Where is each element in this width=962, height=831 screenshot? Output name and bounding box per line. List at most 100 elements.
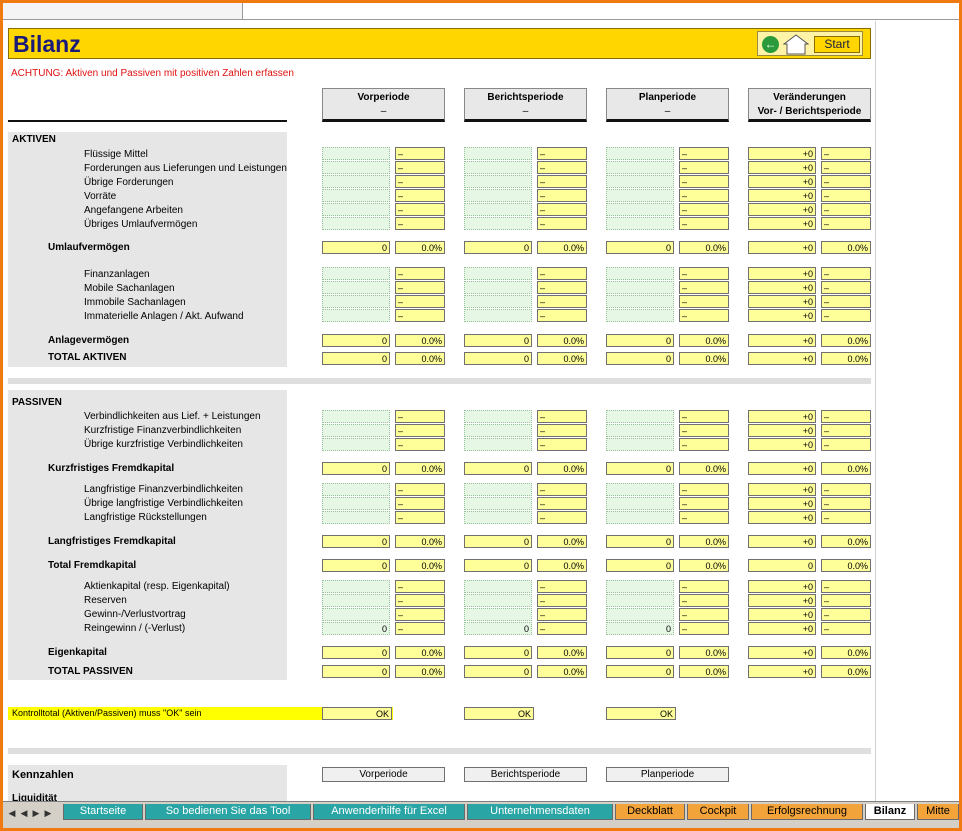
start-label[interactable]: Start bbox=[814, 36, 860, 53]
input-cell[interactable] bbox=[606, 511, 674, 524]
input-cell[interactable] bbox=[606, 594, 674, 607]
share-cell: – bbox=[679, 580, 729, 593]
row-label: Finanzanlagen bbox=[84, 269, 150, 280]
input-cell[interactable] bbox=[464, 497, 532, 510]
input-cell[interactable] bbox=[606, 424, 674, 437]
input-cell[interactable] bbox=[606, 309, 674, 322]
input-cell[interactable] bbox=[464, 175, 532, 188]
input-cell[interactable] bbox=[606, 217, 674, 230]
row-label: Reingewinn / (-Verlust) bbox=[84, 623, 186, 634]
input-cell[interactable] bbox=[464, 608, 532, 621]
input-cell[interactable] bbox=[606, 147, 674, 160]
tab-anwenderhilfe[interactable]: Anwenderhilfe für Excel bbox=[313, 804, 465, 820]
col-header-line2: – bbox=[522, 106, 529, 117]
input-cell[interactable]: 0 bbox=[606, 622, 674, 635]
name-box[interactable] bbox=[3, 3, 243, 19]
input-cell[interactable] bbox=[606, 497, 674, 510]
worksheet: Bilanz ← Start ACHTUNG: Aktiven und Pass… bbox=[3, 21, 875, 804]
total-pct-cell: 0.0% bbox=[395, 241, 445, 254]
input-cell[interactable] bbox=[606, 175, 674, 188]
tab-bilanz[interactable]: Bilanz bbox=[865, 804, 915, 820]
tab-deckblatt[interactable]: Deckblatt bbox=[615, 804, 685, 820]
change-pct-cell: – bbox=[821, 608, 871, 621]
tab-cockpit[interactable]: Cockpit bbox=[687, 804, 749, 820]
input-cell[interactable]: 0 bbox=[464, 622, 532, 635]
input-cell[interactable] bbox=[606, 580, 674, 593]
input-cell[interactable] bbox=[606, 267, 674, 280]
input-cell[interactable] bbox=[606, 438, 674, 451]
input-cell[interactable] bbox=[464, 410, 532, 423]
first-sheet-icon[interactable]: ◀ bbox=[7, 808, 17, 820]
input-cell[interactable] bbox=[322, 438, 390, 451]
input-cell[interactable] bbox=[606, 608, 674, 621]
input-cell[interactable] bbox=[322, 161, 390, 174]
input-cell[interactable] bbox=[464, 189, 532, 202]
total-cell: 0 bbox=[464, 462, 532, 475]
next-sheet-icon[interactable]: ▶ bbox=[31, 808, 41, 820]
input-cell[interactable] bbox=[464, 295, 532, 308]
input-cell[interactable] bbox=[606, 410, 674, 423]
input-cell[interactable] bbox=[464, 309, 532, 322]
share-cell: – bbox=[537, 511, 587, 524]
input-cell[interactable] bbox=[322, 309, 390, 322]
input-cell[interactable] bbox=[464, 161, 532, 174]
input-cell[interactable] bbox=[322, 175, 390, 188]
input-cell[interactable] bbox=[464, 483, 532, 496]
input-cell[interactable] bbox=[322, 217, 390, 230]
input-cell[interactable] bbox=[322, 203, 390, 216]
input-cell[interactable]: 0 bbox=[322, 622, 390, 635]
share-cell: – bbox=[537, 189, 587, 202]
input-cell[interactable] bbox=[464, 281, 532, 294]
change-pct-cell: – bbox=[821, 580, 871, 593]
total-pct-cell: 0.0% bbox=[395, 646, 445, 659]
input-cell[interactable] bbox=[464, 267, 532, 280]
input-cell[interactable] bbox=[322, 295, 390, 308]
input-cell[interactable] bbox=[464, 147, 532, 160]
last-sheet-icon[interactable]: ▶ bbox=[43, 808, 53, 820]
input-cell[interactable] bbox=[322, 281, 390, 294]
prev-sheet-icon[interactable]: ◀ bbox=[19, 808, 29, 820]
share-cell: – bbox=[679, 189, 729, 202]
change-cell: +0 bbox=[748, 511, 816, 524]
tab-so-bedienen[interactable]: So bedienen Sie das Tool bbox=[145, 804, 311, 820]
back-arrow-icon[interactable]: ← bbox=[762, 36, 779, 53]
total-cell: 0 bbox=[464, 646, 532, 659]
input-cell[interactable] bbox=[322, 608, 390, 621]
row-label: Kurzfristige Finanzverbindlichkeiten bbox=[84, 425, 242, 436]
divider bbox=[8, 120, 287, 122]
share-cell: – bbox=[395, 189, 445, 202]
input-cell[interactable] bbox=[322, 497, 390, 510]
input-cell[interactable] bbox=[322, 267, 390, 280]
input-cell[interactable] bbox=[322, 580, 390, 593]
tab-mitte[interactable]: Mitte bbox=[917, 804, 959, 820]
input-cell[interactable] bbox=[322, 189, 390, 202]
tab-unternehmensdaten[interactable]: Unternehmensdaten bbox=[467, 804, 613, 820]
input-cell[interactable] bbox=[464, 594, 532, 607]
input-cell[interactable] bbox=[464, 580, 532, 593]
input-cell[interactable] bbox=[322, 147, 390, 160]
input-cell[interactable] bbox=[464, 217, 532, 230]
input-cell[interactable] bbox=[464, 438, 532, 451]
row-label: Forderungen aus Lieferungen und Leistung… bbox=[84, 163, 287, 174]
tab-startseite[interactable]: Startseite bbox=[63, 804, 143, 820]
input-cell[interactable] bbox=[606, 161, 674, 174]
input-cell[interactable] bbox=[322, 594, 390, 607]
input-cell[interactable] bbox=[606, 203, 674, 216]
input-cell[interactable] bbox=[606, 189, 674, 202]
input-cell[interactable] bbox=[606, 295, 674, 308]
input-cell[interactable] bbox=[606, 483, 674, 496]
input-cell[interactable] bbox=[606, 281, 674, 294]
formula-bar[interactable] bbox=[3, 3, 959, 20]
tab-erfolgsrechnung[interactable]: Erfolgsrechnung bbox=[751, 804, 863, 820]
input-cell[interactable] bbox=[464, 203, 532, 216]
input-cell[interactable] bbox=[322, 483, 390, 496]
input-cell[interactable] bbox=[322, 511, 390, 524]
input-cell[interactable] bbox=[322, 410, 390, 423]
input-cell[interactable] bbox=[322, 424, 390, 437]
start-button[interactable]: ← Start bbox=[757, 31, 863, 56]
total-pct-cell: 0.0% bbox=[537, 241, 587, 254]
total-cell: 0 bbox=[322, 241, 390, 254]
input-cell[interactable] bbox=[464, 511, 532, 524]
input-cell[interactable] bbox=[464, 424, 532, 437]
home-icon bbox=[783, 34, 809, 55]
